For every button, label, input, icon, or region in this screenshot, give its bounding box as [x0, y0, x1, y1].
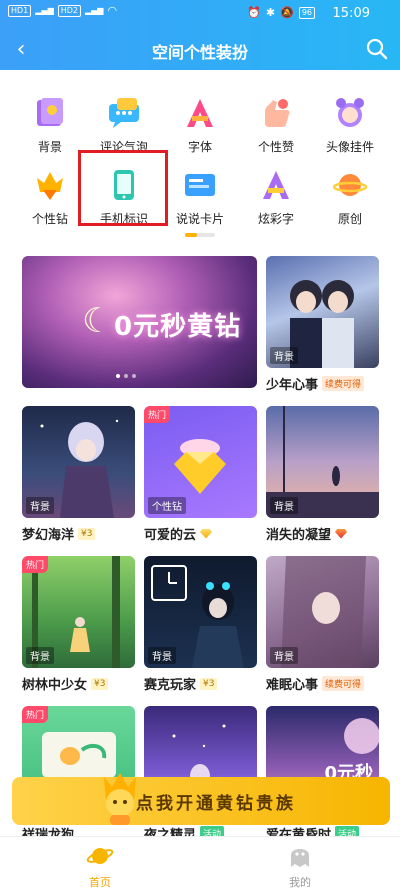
theme-name-row: 消失的凝望: [266, 524, 379, 543]
hd2-badge: HD2: [57, 4, 81, 17]
theme-name: 难眠心事: [266, 678, 319, 693]
pager-active-dot: [185, 233, 197, 237]
category-comment-bubble[interactable]: 评论气泡: [86, 96, 162, 156]
hot-badge: 热门: [22, 556, 49, 573]
theme-name-row: 梦幻海洋 ¥3: [22, 524, 135, 543]
theme-name: 消失的凝望: [266, 528, 332, 543]
thumbnail-caption: 背景: [270, 497, 298, 514]
theme-thumbnail: 背景: [144, 556, 257, 668]
theme-name: 可爱的云: [144, 528, 197, 543]
theme-card[interactable]: 热门 背景 树林中少女 ¥3: [22, 556, 135, 693]
price-tag: ¥3: [91, 677, 109, 690]
planet-icon: [332, 174, 368, 196]
page-title: 空间个性装扮: [151, 43, 248, 62]
category-background[interactable]: 背景: [12, 96, 88, 156]
hot-badge: 热门: [22, 706, 49, 723]
nav-me-label: 我的: [289, 876, 311, 888]
yellow-diamond-icon: [200, 528, 213, 539]
signal-icon-2: ▂▄▆: [85, 6, 104, 15]
theme-name-row: 少年心事 续费可得: [266, 374, 379, 393]
theme-thumbnail: 热门 背景: [22, 556, 135, 668]
theme-card[interactable]: 背景 梦幻海洋 ¥3: [22, 406, 135, 543]
price-tag: ¥3: [78, 527, 96, 540]
status-bar: HD1 ▂▄▆ HD2 ▂▄▆ ◠ ⏰ ✱ 🔕 96 15:09: [0, 0, 400, 28]
clock: 15:09: [332, 6, 370, 21]
theme-name: 梦幻海洋: [22, 528, 75, 543]
mute-icon: 🔕: [280, 6, 294, 19]
theme-name: 树林中少女: [22, 678, 88, 693]
theme-name-row: 树林中少女 ¥3: [22, 674, 135, 693]
promo-banner[interactable]: ☾ 0元秒黄钻: [22, 256, 257, 388]
theme-thumbnail: 背景: [22, 406, 135, 518]
theme-thumbnail: 热门 个性钻: [144, 406, 257, 518]
theme-name-row: 难眠心事 续费可得: [266, 674, 379, 693]
selection-highlight-box: [78, 150, 168, 226]
category-color-text[interactable]: 炫彩字: [238, 168, 314, 228]
banner-title: 0元秒黄钻: [114, 312, 242, 342]
mascot-icon: [104, 773, 136, 825]
status-icons: ⏰ ✱ 🔕 96: [247, 6, 315, 19]
theme-thumbnail: 背景: [266, 556, 379, 668]
card-icon: [185, 174, 215, 196]
signal-indicators: HD1 ▂▄▆ HD2 ▂▄▆ ◠: [8, 4, 117, 17]
alarm-icon: ⏰: [247, 6, 261, 19]
battery-icon: 96: [298, 6, 315, 19]
theme-thumbnail: 背景: [266, 406, 379, 518]
price-tag: 续费可得: [322, 676, 365, 691]
theme-name: 少年心事: [266, 378, 319, 393]
moon-icon: ☾: [82, 301, 113, 341]
theme-name-row: 可爱的云: [144, 524, 257, 543]
cta-label: 点我开通黄钻贵族: [136, 793, 296, 814]
ghost-profile-icon: [291, 849, 309, 867]
font-icon: [187, 99, 213, 127]
nav-me[interactable]: 我的: [270, 841, 330, 888]
thumbs-like-icon: [265, 99, 290, 127]
header: ‹ 空间个性装扮: [0, 28, 400, 70]
theme-thumbnail: 背景: [266, 256, 379, 368]
price-tag: ¥3: [200, 677, 218, 690]
category-like[interactable]: 个性赞: [238, 96, 314, 156]
crown-diamond-icon: [37, 172, 63, 200]
category-post-card[interactable]: 说说卡片: [162, 168, 238, 228]
banner-dots: [116, 374, 136, 378]
bottom-nav: 首页 我的: [0, 836, 400, 888]
top-bar: HD1 ▂▄▆ HD2 ▂▄▆ ◠ ⏰ ✱ 🔕 96 15:09 ‹ 空间个性装…: [0, 0, 400, 70]
category-font[interactable]: 字体: [162, 96, 238, 156]
background-icon: [37, 98, 63, 126]
bluetooth-icon: ✱: [265, 6, 276, 19]
avatar-pendant-icon: [336, 98, 364, 127]
category-avatar-pendant[interactable]: 头像挂件: [312, 96, 388, 156]
theme-card[interactable]: 热门 个性钻 可爱的云: [144, 406, 257, 543]
planet-home-icon: [86, 848, 114, 864]
theme-name: 赛克玩家: [144, 678, 197, 693]
wifi-icon: ◠: [107, 4, 118, 17]
theme-card[interactable]: 背景 消失的凝望: [266, 406, 379, 543]
color-text-icon: [263, 171, 289, 199]
hd1-badge: HD1: [8, 4, 32, 17]
category-personal-diamond[interactable]: 个性钻: [12, 168, 88, 228]
nav-home[interactable]: 首页: [70, 841, 130, 888]
search-icon[interactable]: [364, 36, 390, 62]
theme-card[interactable]: 背景 少年心事 续费可得: [266, 256, 379, 393]
category-original[interactable]: 原创: [312, 168, 388, 228]
red-diamond-icon: [335, 528, 348, 539]
signal-icon: ▂▄▆: [35, 6, 54, 15]
thumbnail-caption: 背景: [270, 647, 298, 664]
theme-name-row: 赛克玩家 ¥3: [144, 674, 257, 693]
hot-badge: 热门: [144, 406, 171, 423]
theme-card[interactable]: 背景 赛克玩家 ¥3: [144, 556, 257, 693]
nav-home-label: 首页: [89, 876, 111, 888]
thumbnail-caption: 背景: [148, 647, 176, 664]
thumbnail-caption: 个性钻: [148, 497, 186, 514]
thumbnail-caption: 背景: [26, 497, 54, 514]
category-pager: [185, 233, 215, 237]
price-tag: 续费可得: [322, 376, 365, 391]
comment-bubble-icon: [109, 98, 139, 128]
theme-card[interactable]: 背景 难眠心事 续费可得: [266, 556, 379, 693]
thumbnail-caption: 背景: [26, 647, 54, 664]
open-yellow-diamond-button[interactable]: 点我开通黄钻贵族: [12, 773, 390, 825]
thumbnail-caption: 背景: [270, 347, 298, 364]
